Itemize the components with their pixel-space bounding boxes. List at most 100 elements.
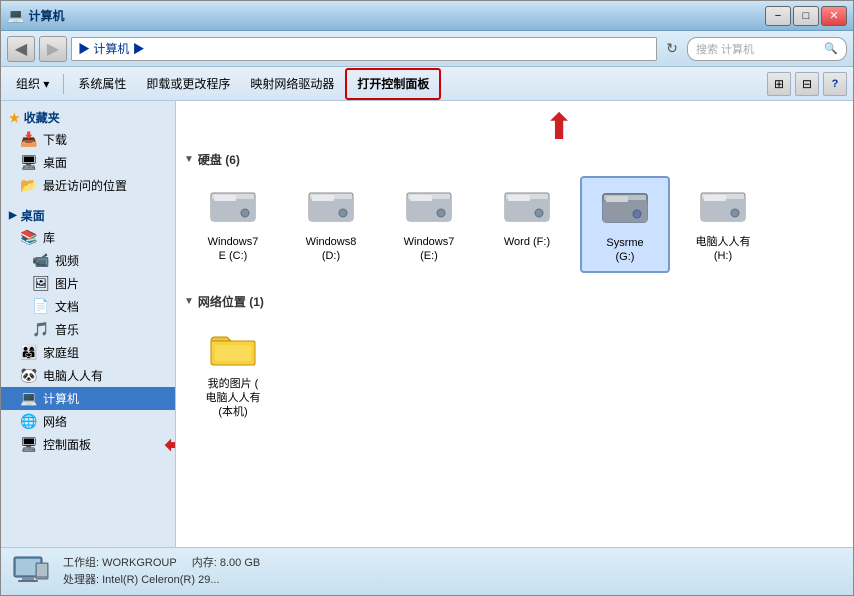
drive-g-label: Sysrme(G:) [606, 236, 643, 265]
drives-grid: Windows7E (C:) Windows8(D:) [184, 176, 845, 285]
network-share-item[interactable]: 我的图片 (电脑人人有(本机) [188, 318, 278, 427]
drive-d-label: Windows8(D:) [306, 235, 357, 264]
drive-c[interactable]: Windows7E (C:) [188, 176, 278, 273]
sidebar-item-network[interactable]: 🌐 网络 [1, 410, 175, 433]
network-label: 网络位置 (1) [198, 293, 264, 310]
drives-expand-icon: ▼ [184, 154, 194, 165]
network-section-title: ▼ 网络位置 (1) [184, 289, 845, 318]
drive-h[interactable]: 电脑人人有(H:) [678, 176, 768, 273]
documents-icon: 📄 [33, 299, 49, 315]
drive-f-label: Word (F:) [504, 235, 550, 249]
workgroup-label: 工作组: WORKGROUP [63, 557, 176, 569]
help-button[interactable]: ? [823, 72, 847, 96]
sidebar-item-computer[interactable]: 💻 计算机 [1, 387, 175, 410]
processor-info: 处理器: Intel(R) Celeron(R) 29... [63, 572, 260, 589]
status-bar: 工作组: WORKGROUP 内存: 8.00 GB 处理器: Intel(R)… [1, 547, 853, 595]
network-folder-icon [205, 325, 261, 373]
downloads-label: 下载 [43, 131, 67, 148]
desktop-fav-label: 桌面 [43, 154, 67, 171]
pictures-icon: 🖼 [33, 276, 49, 292]
close-button[interactable]: ✕ [821, 6, 847, 26]
download-icon: 📥 [21, 132, 37, 148]
sidebar-item-recent[interactable]: 📂 最近访问的位置 [1, 174, 175, 197]
favorites-label: 收藏夹 [24, 109, 60, 126]
network-label: 网络 [43, 413, 67, 430]
status-computer-icon [11, 554, 51, 590]
drives-section-title: ▼ 硬盘 (6) [184, 147, 845, 176]
maximize-button[interactable]: □ [793, 6, 819, 26]
main-window: 💻 计算机 − □ ✕ ◀ ▶ ▶ 计算机 ▶ ↻ 搜索 计算机 🔍 组织 ▾ [0, 0, 854, 596]
organize-button[interactable]: 组织 ▾ [7, 71, 58, 97]
drive-e-label: Windows7(E:) [404, 235, 455, 264]
drive-g[interactable]: Sysrme(G:) [580, 176, 670, 273]
map-drive-button[interactable]: 映射网络驱动器 [241, 71, 343, 97]
address-bar: ◀ ▶ ▶ 计算机 ▶ ↻ 搜索 计算机 🔍 [1, 31, 853, 67]
pictures-label: 图片 [55, 275, 79, 292]
drive-f-icon [499, 183, 555, 231]
music-label: 音乐 [55, 321, 79, 338]
recent-label: 最近访问的位置 [43, 177, 127, 194]
drive-d-icon [303, 183, 359, 231]
sidebar-item-downloads[interactable]: 📥 下载 [1, 128, 175, 151]
status-info: 工作组: WORKGROUP 内存: 8.00 GB 处理器: Intel(R)… [63, 555, 260, 588]
toolbar-sep-1 [63, 74, 64, 94]
forward-button[interactable]: ▶ [39, 36, 67, 62]
star-icon: ★ [9, 111, 20, 125]
drive-e[interactable]: Windows7(E:) [384, 176, 474, 273]
view-toggle-button-2[interactable]: ⊟ [795, 72, 819, 96]
sidebar-item-pictures[interactable]: 🖼 图片 [1, 272, 175, 295]
refresh-button[interactable]: ↻ [661, 38, 683, 60]
pc-users-label: 电脑人人有 [43, 367, 103, 384]
search-icon: 🔍 [824, 42, 838, 55]
homegroup-label: 家庭组 [43, 344, 79, 361]
library-icon: 📚 [21, 230, 37, 246]
back-button[interactable]: ◀ [7, 36, 35, 62]
search-box[interactable]: 搜索 计算机 🔍 [687, 37, 847, 61]
uninstall-button[interactable]: 即载或更改程序 [137, 71, 239, 97]
minimize-button[interactable]: − [765, 6, 791, 26]
processor-label: 处理器: Intel(R) Celeron(R) 29... [63, 574, 219, 586]
network-grid: 我的图片 (电脑人人有(本机) [184, 318, 845, 439]
drives-label: 硬盘 (6) [198, 151, 240, 168]
network-share-label: 我的图片 (电脑人人有(本机) [206, 377, 261, 420]
library-label: 库 [43, 229, 55, 246]
memory-label: 内存: 8.00 GB [192, 557, 260, 569]
sidebar-item-music[interactable]: 🎵 音乐 [1, 318, 175, 341]
music-icon: 🎵 [33, 322, 49, 338]
drive-d[interactable]: Windows8(D:) [286, 176, 376, 273]
sidebar-item-video[interactable]: 📹 视频 [1, 249, 175, 272]
video-label: 视频 [55, 252, 79, 269]
sidebar-item-documents[interactable]: 📄 文档 [1, 295, 175, 318]
desktop-expand-icon: ▶ [9, 210, 17, 221]
left-arrow-annotation: ⬅ [165, 432, 176, 458]
title-bar-left: 💻 计算机 [7, 7, 64, 24]
sidebar: ★ 收藏夹 📥 下载 🖥 桌面 📂 最近访问的位置 ▶ 桌面 [1, 101, 176, 547]
sidebar-item-control-panel[interactable]: 🖥 控制面板 ⬅ [1, 433, 175, 456]
drive-h-icon [695, 183, 751, 231]
window-icon: 💻 [7, 7, 24, 24]
workgroup-info: 工作组: WORKGROUP 内存: 8.00 GB [63, 555, 260, 572]
system-properties-button[interactable]: 系统属性 [69, 71, 135, 97]
search-placeholder: 搜索 计算机 [696, 41, 754, 57]
up-arrow-annotation: ⬆ [544, 109, 574, 145]
desktop-fav-icon: 🖥 [21, 155, 37, 171]
sidebar-item-library[interactable]: 📚 库 [1, 226, 175, 249]
control-panel-icon: 🖥 [21, 437, 37, 453]
drive-f[interactable]: Word (F:) [482, 176, 572, 273]
sidebar-item-pc-users[interactable]: 🐼 电脑人人有 [1, 364, 175, 387]
drive-g-icon [597, 184, 653, 232]
network-icon: 🌐 [21, 414, 37, 430]
computer-icon: 💻 [21, 391, 37, 407]
main-content: ★ 收藏夹 📥 下载 🖥 桌面 📂 最近访问的位置 ▶ 桌面 [1, 101, 853, 547]
sidebar-item-desktop-fav[interactable]: 🖥 桌面 [1, 151, 175, 174]
open-control-panel-button[interactable]: 打开控制面板 [348, 71, 438, 97]
homegroup-icon: 👨‍👩‍👧 [21, 345, 37, 361]
toolbar-right: ⊞ ⊟ ? [767, 72, 847, 96]
view-toggle-button[interactable]: ⊞ [767, 72, 791, 96]
up-arrow-container: ⬆ [544, 109, 845, 145]
network-expand-icon: ▼ [184, 296, 194, 307]
refresh-icon: ↻ [666, 40, 678, 57]
sidebar-item-homegroup[interactable]: 👨‍👩‍👧 家庭组 [1, 341, 175, 364]
address-path-bar[interactable]: ▶ 计算机 ▶ [71, 37, 657, 61]
title-bar-controls: − □ ✕ [765, 6, 847, 26]
